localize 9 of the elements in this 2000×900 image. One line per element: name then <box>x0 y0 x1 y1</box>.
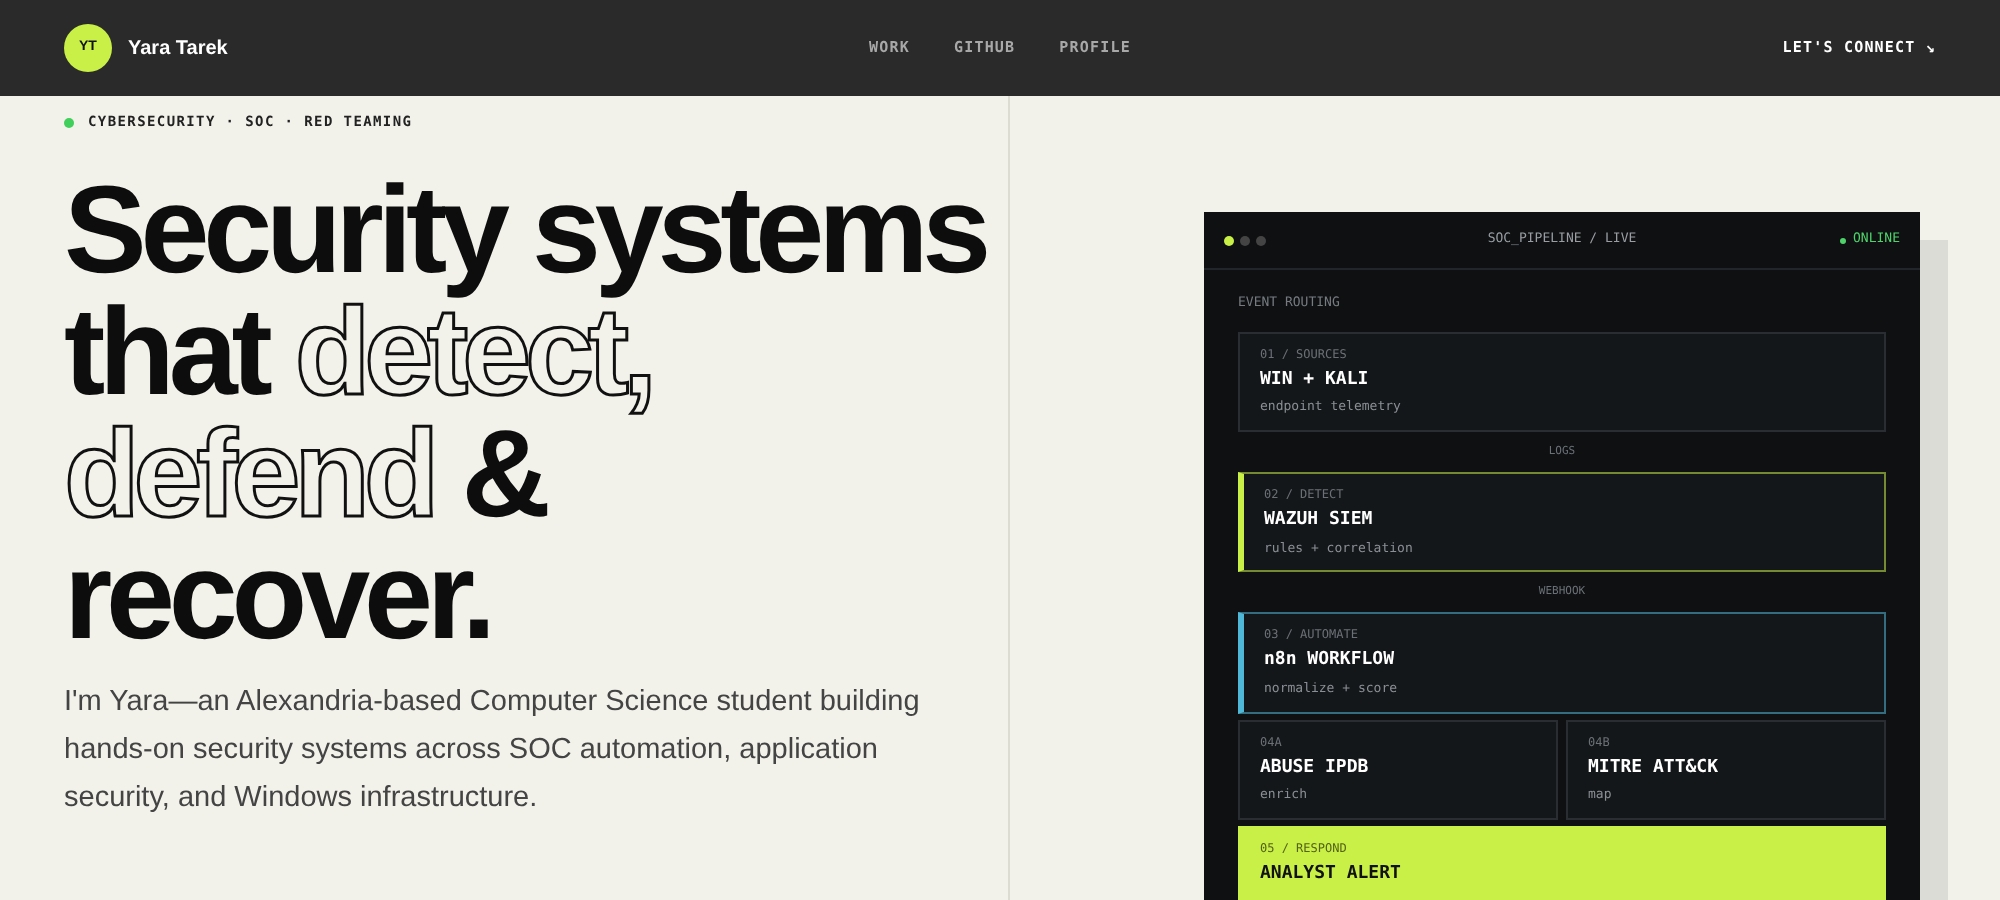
node-title: n8n WORKFLOW <box>1264 648 1397 675</box>
site-name: Yara Tarek <box>128 35 228 63</box>
intro-paragraph: I'm Yara—an Alexandria-based Computer Science student building hands-on security systems across SOC automation, application security, and Windows infrastructure. <box>64 683 922 817</box>
node-title: WIN + KALI <box>1260 367 1371 394</box>
node-title: ANALYST ALERT <box>1260 861 1403 888</box>
node-title: MITRE ATT&CK <box>1588 755 1721 781</box>
node-title: WAZUH SIEM <box>1264 508 1375 534</box>
node-title: ABUSE IPDB <box>1260 755 1371 781</box>
window-dots-icon <box>1224 235 1266 245</box>
